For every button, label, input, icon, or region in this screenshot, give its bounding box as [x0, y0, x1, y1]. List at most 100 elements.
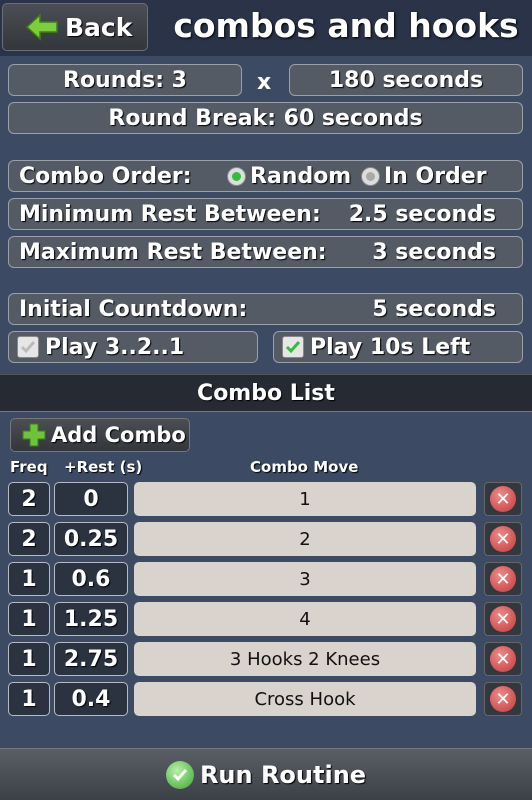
- max-rest-field[interactable]: Maximum Rest Between: 3 seconds: [8, 236, 523, 268]
- delete-x-icon: ✕: [490, 646, 516, 672]
- combo-list-header: Combo List: [0, 374, 532, 412]
- radio-in-order[interactable]: In Order: [361, 164, 487, 189]
- table-row: 2 0.25 2 ✕: [0, 522, 532, 558]
- countdown-value: 5 seconds: [372, 296, 496, 322]
- delete-combo-button[interactable]: ✕: [484, 562, 522, 596]
- freq-value: 1: [21, 686, 37, 712]
- combo-move-value: 1: [299, 488, 311, 510]
- combo-move-cell[interactable]: 3: [134, 562, 476, 596]
- checkmark-icon: [165, 760, 194, 789]
- round-length-field[interactable]: 180 seconds: [289, 64, 523, 96]
- freq-value: 2: [21, 526, 37, 552]
- rest-value: 1.25: [63, 606, 119, 632]
- rounds-field[interactable]: Rounds: 3: [8, 64, 242, 96]
- radio-random-label: Random: [250, 163, 352, 189]
- min-rest-value: 2.5 seconds: [348, 201, 496, 227]
- freq-cell[interactable]: 1: [8, 682, 50, 716]
- delete-combo-button[interactable]: ✕: [484, 482, 522, 516]
- checkbox-checked-icon: [282, 336, 304, 358]
- delete-x-icon: ✕: [490, 526, 516, 552]
- freq-cell[interactable]: 1: [8, 642, 50, 676]
- combo-order-row: Combo Order: Random In Order: [8, 160, 523, 192]
- combo-move-value: 2: [299, 528, 311, 550]
- table-row: 1 2.75 3 Hooks 2 Knees ✕: [0, 642, 532, 678]
- delete-x-icon: ✕: [490, 486, 516, 512]
- combo-move-cell[interactable]: Cross Hook: [134, 682, 476, 716]
- plus-icon: [21, 422, 47, 448]
- add-combo-button[interactable]: Add Combo: [10, 418, 190, 452]
- play-321-checkbox[interactable]: Play 3..2..1: [8, 331, 258, 363]
- min-rest-field[interactable]: Minimum Rest Between: 2.5 seconds: [8, 198, 523, 230]
- freq-value: 2: [21, 486, 37, 512]
- play-10s-label: Play 10s Left: [310, 334, 471, 360]
- play-321-label: Play 3..2..1: [45, 334, 185, 360]
- rounds-value: Rounds: 3: [63, 67, 187, 93]
- delete-x-icon: ✕: [490, 606, 516, 632]
- freq-cell[interactable]: 2: [8, 482, 50, 516]
- delete-x-icon: ✕: [490, 566, 516, 592]
- rest-cell[interactable]: 0: [54, 482, 128, 516]
- delete-x-icon: ✕: [490, 686, 516, 712]
- radio-random[interactable]: Random: [227, 164, 351, 189]
- combo-move-cell[interactable]: 3 Hooks 2 Knees: [134, 642, 476, 676]
- delete-combo-button[interactable]: ✕: [484, 522, 522, 556]
- combo-move-cell[interactable]: 4: [134, 602, 476, 636]
- table-row: 2 0 1 ✕: [0, 482, 532, 518]
- back-button[interactable]: Back: [2, 3, 148, 51]
- radio-selected-icon: [227, 167, 246, 186]
- combo-move-value: 3 Hooks 2 Knees: [229, 648, 381, 670]
- back-label: Back: [65, 12, 133, 42]
- freq-cell[interactable]: 2: [8, 522, 50, 556]
- rest-value: 0: [83, 486, 99, 512]
- min-rest-label: Minimum Rest Between:: [19, 201, 321, 227]
- freq-value: 1: [21, 646, 37, 672]
- rest-value: 0.4: [71, 686, 111, 712]
- rest-cell[interactable]: 1.25: [54, 602, 128, 636]
- radio-in-order-label: In Order: [384, 163, 487, 189]
- max-rest-value: 3 seconds: [372, 239, 496, 265]
- rounds-separator: x: [257, 70, 272, 95]
- delete-combo-button[interactable]: ✕: [484, 602, 522, 636]
- combo-move-value: Cross Hook: [254, 688, 356, 710]
- back-arrow-icon: [25, 13, 59, 41]
- combo-order-label: Combo Order:: [19, 163, 192, 189]
- freq-cell[interactable]: 1: [8, 562, 50, 596]
- rest-cell[interactable]: 0.6: [54, 562, 128, 596]
- run-routine-button[interactable]: Run Routine: [0, 748, 532, 800]
- rest-value: 2.75: [63, 646, 119, 672]
- delete-combo-button[interactable]: ✕: [484, 682, 522, 716]
- add-combo-label: Add Combo: [51, 423, 186, 447]
- max-rest-label: Maximum Rest Between:: [19, 239, 327, 265]
- play-10s-checkbox[interactable]: Play 10s Left: [273, 331, 523, 363]
- countdown-field[interactable]: Initial Countdown: 5 seconds: [8, 293, 523, 325]
- round-break-value: Round Break: 60 seconds: [108, 105, 423, 131]
- run-routine-label: Run Routine: [199, 760, 367, 789]
- combo-move-cell[interactable]: 1: [134, 482, 476, 516]
- round-length-value: 180 seconds: [328, 67, 484, 93]
- combo-list-title: Combo List: [197, 380, 335, 406]
- combo-move-cell[interactable]: 2: [134, 522, 476, 556]
- rest-value: 0.25: [63, 526, 119, 552]
- countdown-label: Initial Countdown:: [19, 296, 248, 322]
- page-title: combos and hooks: [173, 6, 519, 45]
- radio-unselected-icon: [361, 167, 380, 186]
- rest-cell[interactable]: 2.75: [54, 642, 128, 676]
- table-row: 1 0.6 3 ✕: [0, 562, 532, 598]
- rest-value: 0.6: [71, 566, 111, 592]
- col-header-move: Combo Move: [250, 458, 359, 476]
- checkbox-disabled-icon: [17, 336, 39, 358]
- freq-value: 1: [21, 566, 37, 592]
- top-bar: Back combos and hooks: [0, 0, 532, 56]
- round-break-field[interactable]: Round Break: 60 seconds: [8, 102, 523, 134]
- freq-value: 1: [21, 606, 37, 632]
- combo-move-value: 3: [299, 568, 311, 590]
- table-row: 1 0.4 Cross Hook ✕: [0, 682, 532, 718]
- col-header-freq: Freq: [10, 458, 48, 476]
- delete-combo-button[interactable]: ✕: [484, 642, 522, 676]
- rest-cell[interactable]: 0.4: [54, 682, 128, 716]
- combo-move-value: 4: [299, 608, 311, 630]
- freq-cell[interactable]: 1: [8, 602, 50, 636]
- table-row: 1 1.25 4 ✕: [0, 602, 532, 638]
- col-header-rest: +Rest (s): [64, 458, 143, 476]
- rest-cell[interactable]: 0.25: [54, 522, 128, 556]
